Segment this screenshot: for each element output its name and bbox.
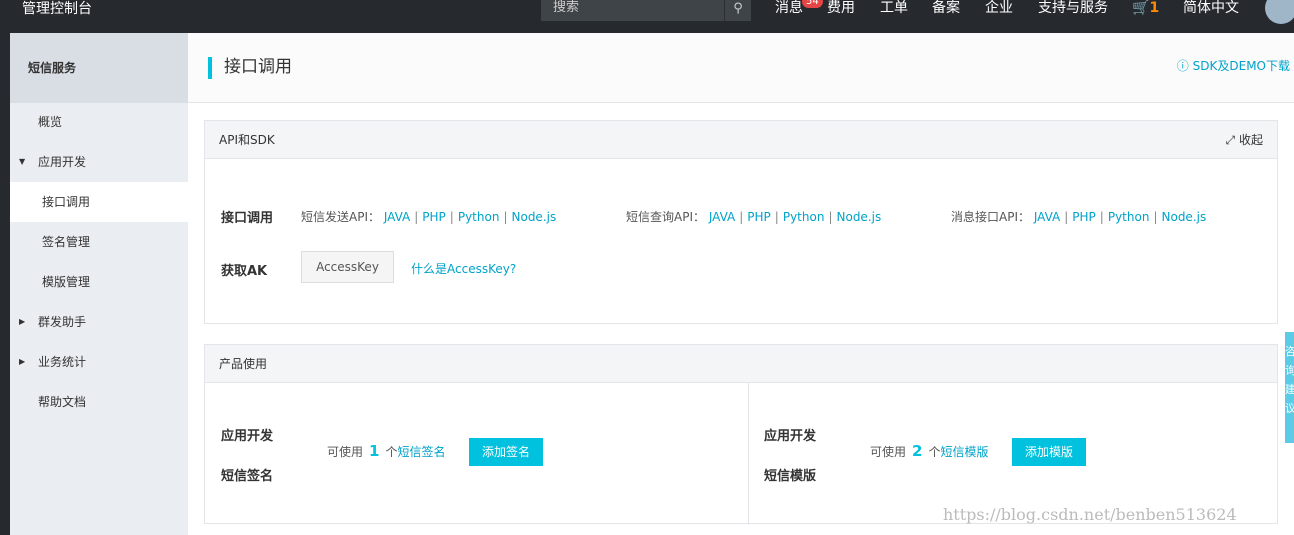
collapse-icon: ⤢ <box>1225 133 1236 147</box>
collapse-button[interactable]: ⤢ 收起 <box>1226 121 1263 159</box>
sidebar-item-templates[interactable]: 模版管理 <box>10 262 188 302</box>
template-label: 短信模版 <box>764 469 817 484</box>
sidebar-item-label: 模版管理 <box>42 275 91 289</box>
api-group-send: 短信发送API： JAVA | PHP | Python | Node.js <box>301 210 557 224</box>
sidebar-item-label: 签名管理 <box>42 235 91 249</box>
language-select[interactable]: 简体中文 <box>1183 0 1239 17</box>
signature-count: 1 <box>369 442 380 460</box>
search-box[interactable]: 搜索 ⚲ <box>541 0 751 21</box>
sidebar-title: 短信服务 <box>10 33 188 103</box>
link-php[interactable]: PHP <box>1072 210 1096 224</box>
link-python[interactable]: Python <box>783 210 825 224</box>
cart-button[interactable]: 🛒1 <box>1132 0 1159 17</box>
signature-link[interactable]: 短信签名 <box>397 445 445 459</box>
template-link[interactable]: 短信模版 <box>940 445 988 459</box>
sidebar-group-app-dev[interactable]: ▼ 应用开发 <box>10 142 188 182</box>
caret-right-icon: ▶ <box>19 317 26 326</box>
page-header: 接口调用 ⓘ SDK及DEMO下载 <box>188 33 1294 103</box>
sidebar-item-label: 业务统计 <box>38 355 87 369</box>
link-python[interactable]: Python <box>1108 210 1150 224</box>
app-dev-label: 应用开发 <box>221 429 274 444</box>
signature-label: 短信签名 <box>221 469 274 484</box>
sidebar-item-help[interactable]: 帮助文档 <box>10 382 188 422</box>
nav-tickets[interactable]: 工单 <box>880 0 908 17</box>
sidebar-group-statistics[interactable]: ▶ 业务统计 <box>10 342 188 382</box>
nav-enterprise[interactable]: 企业 <box>985 0 1013 17</box>
signature-count-text: 可使用 1 个短信签名 <box>327 442 446 460</box>
add-template-button[interactable]: 添加模版 <box>1012 438 1086 466</box>
link-php[interactable]: PHP <box>422 210 446 224</box>
api-group-name: 短信发送API： <box>301 210 380 224</box>
link-python[interactable]: Python <box>458 210 500 224</box>
caret-right-icon: ▶ <box>19 357 26 366</box>
sidebar-item-label: 帮助文档 <box>38 395 87 409</box>
add-signature-button[interactable]: 添加签名 <box>469 438 543 466</box>
link-nodejs[interactable]: Node.js <box>512 210 557 224</box>
search-input[interactable]: 搜索 <box>553 0 579 16</box>
panel-title: 产品使用 <box>219 357 268 371</box>
message-count-badge: 54 <box>802 0 823 8</box>
api-row-label: 接口调用 <box>221 211 274 226</box>
panel-title: API和SDK <box>219 133 275 147</box>
collapsed-nav-strip <box>0 33 10 535</box>
link-java[interactable]: JAVA <box>709 210 735 224</box>
console-brand[interactable]: 管理控制台 <box>22 0 92 18</box>
collapse-label: 收起 <box>1238 133 1263 147</box>
api-group-name: 短信查询API： <box>626 210 705 224</box>
cart-count: 1 <box>1149 0 1160 16</box>
sidebar-item-label: 群发助手 <box>38 315 87 329</box>
api-sdk-panel: API和SDK ⤢ 收起 接口调用 短信发送API： JAVA | PHP | Pyth… <box>204 120 1278 324</box>
caret-down-icon: ▼ <box>19 157 26 166</box>
top-bar: 管理控制台 搜索 ⚲ 消息 54 费用 工单 备案 企业 支持与服务 🛒1 简体… <box>0 0 1294 33</box>
ak-label: 获取AK <box>221 264 268 279</box>
sidebar-item-label: 概览 <box>38 115 63 129</box>
sdk-link-label: SDK及DEMO下载 <box>1192 59 1290 73</box>
sidebar-item-label: 接口调用 <box>42 195 91 209</box>
cart-icon: 🛒 <box>1132 0 1150 16</box>
api-group-query: 短信查询API： JAVA | PHP | Python | Node.js <box>626 210 882 224</box>
api-group-message: 消息接口API： JAVA | PHP | Python | Node.js <box>951 210 1207 224</box>
link-java[interactable]: JAVA <box>384 210 410 224</box>
nav-filing[interactable]: 备案 <box>932 0 960 17</box>
nav-billing[interactable]: 费用 <box>827 0 855 17</box>
app-dev-label: 应用开发 <box>764 429 817 444</box>
api-group-name: 消息接口API： <box>951 210 1030 224</box>
watermark: https://blog.csdn.net/benben513624 <box>943 505 1237 524</box>
sidebar-item-api-call[interactable]: 接口调用 <box>10 182 188 222</box>
sidebar: 短信服务 概览 ▼ 应用开发 接口调用 签名管理 模版管理 ▶ 群发助手 ▶ 业务统计… <box>10 33 188 535</box>
help-circle-icon: ⓘ <box>1176 59 1189 73</box>
link-php[interactable]: PHP <box>747 210 771 224</box>
sidebar-item-overview[interactable]: 概览 <box>10 102 188 142</box>
link-nodejs[interactable]: Node.js <box>837 210 882 224</box>
page-title: 接口调用 <box>224 57 292 77</box>
link-java[interactable]: JAVA <box>1034 210 1060 224</box>
template-count: 2 <box>912 442 923 460</box>
nav-messages[interactable]: 消息 <box>775 0 803 17</box>
search-icon[interactable]: ⚲ <box>724 0 751 21</box>
feedback-float-tab[interactable]: 咨询建议 <box>1285 332 1294 443</box>
sidebar-item-label: 应用开发 <box>38 155 87 169</box>
sidebar-group-bulk-send[interactable]: ▶ 群发助手 <box>10 302 188 342</box>
panel-header: 产品使用 <box>205 345 1277 383</box>
link-nodejs[interactable]: Node.js <box>1162 210 1207 224</box>
title-accent-bar <box>208 57 212 79</box>
template-count-text: 可使用 2 个短信模版 <box>870 442 989 460</box>
sdk-download-link[interactable]: ⓘ SDK及DEMO下载 <box>1177 57 1290 74</box>
sidebar-item-signatures[interactable]: 签名管理 <box>10 222 188 262</box>
avatar[interactable] <box>1265 0 1294 24</box>
divider <box>748 383 749 525</box>
accesskey-button[interactable]: AccessKey <box>301 251 394 283</box>
accesskey-help-link[interactable]: 什么是AccessKey? <box>411 260 516 277</box>
nav-support[interactable]: 支持与服务 <box>1038 0 1108 17</box>
product-usage-panel: 产品使用 应用开发 短信签名 可使用 1 个短信签名 添加签名 应用开发 短信模版 … <box>204 344 1278 525</box>
panel-header: API和SDK ⤢ 收起 <box>205 121 1277 159</box>
